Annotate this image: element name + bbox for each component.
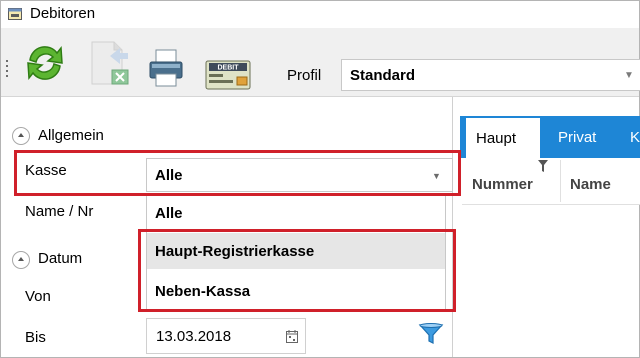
kasse-option-alle[interactable]: Alle bbox=[147, 199, 445, 229]
section-datum-title: Datum bbox=[38, 250, 83, 267]
section-allgemein-title: Allgemein bbox=[38, 127, 104, 144]
window-title: Debitoren bbox=[30, 5, 96, 22]
debit-card-icon[interactable]: DEBIT bbox=[205, 60, 251, 90]
bis-label: Bis bbox=[25, 329, 46, 346]
column-header-nummer[interactable]: Nummer bbox=[472, 176, 533, 193]
bis-date-value[interactable]: 13.03.2018 bbox=[156, 328, 231, 345]
filter-icon[interactable] bbox=[418, 322, 444, 346]
profil-value[interactable]: Standard bbox=[350, 67, 415, 84]
svg-text:DEBIT: DEBIT bbox=[218, 65, 240, 72]
highlight-kasse-options bbox=[138, 229, 456, 312]
highlight-kasse-field bbox=[14, 150, 461, 196]
name-nr-label: Name / Nr bbox=[25, 203, 94, 220]
chevron-down-icon[interactable]: ▼ bbox=[624, 70, 634, 81]
column-filter-icon[interactable] bbox=[538, 160, 548, 172]
calendar-icon[interactable] bbox=[286, 330, 298, 343]
app-window-icon bbox=[8, 8, 22, 20]
printer-icon[interactable] bbox=[148, 48, 184, 88]
column-separator[interactable] bbox=[560, 160, 561, 202]
panel-divider[interactable] bbox=[452, 97, 453, 357]
tab-privat[interactable]: Privat bbox=[558, 129, 596, 146]
title-bar bbox=[1, 1, 639, 28]
collapse-allgemein-icon[interactable] bbox=[12, 127, 30, 145]
collapse-datum-icon[interactable] bbox=[12, 251, 30, 269]
profil-label: Profil bbox=[287, 67, 322, 84]
tab-haupt[interactable]: Haupt bbox=[466, 118, 540, 158]
excel-export-icon[interactable] bbox=[88, 36, 138, 88]
toolbar-grip[interactable] bbox=[6, 60, 8, 82]
refresh-icon[interactable] bbox=[24, 42, 66, 84]
column-header-name[interactable]: Name bbox=[570, 176, 611, 193]
von-label: Von bbox=[25, 288, 51, 305]
tab-k[interactable]: K bbox=[630, 129, 640, 146]
